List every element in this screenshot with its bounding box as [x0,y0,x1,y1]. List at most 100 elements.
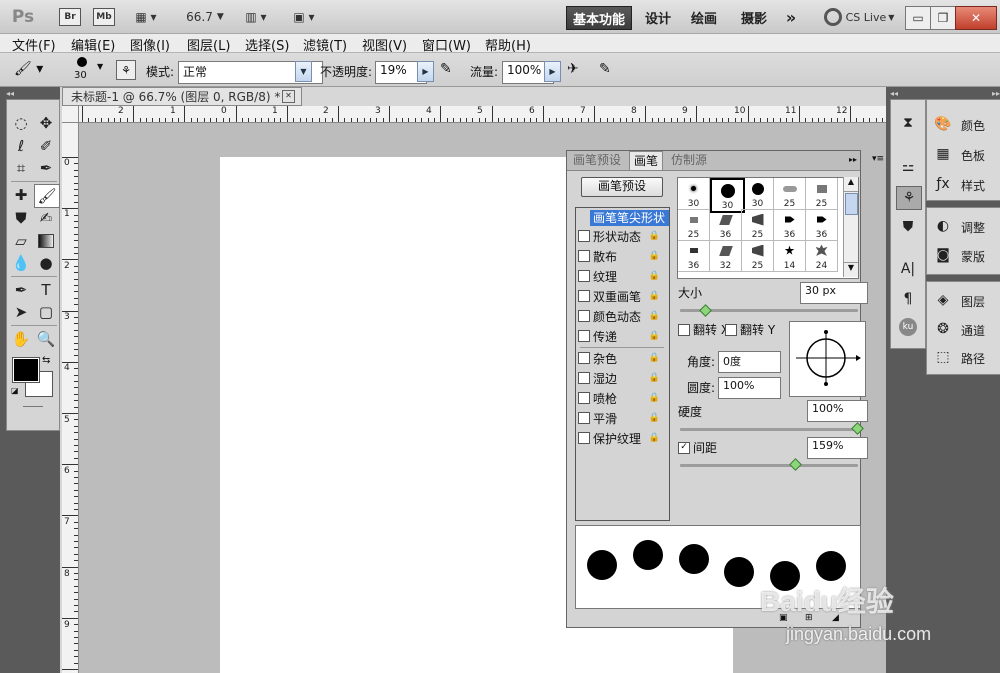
type-tool[interactable]: T [34,279,58,301]
lock-icon[interactable]: 🔒 [649,433,660,443]
more-workspaces-button[interactable]: » [780,6,802,28]
view-extras-button[interactable]: ▦ ▾ [128,6,164,28]
cs-live-button[interactable]: CS Live ▼ [822,6,896,28]
pen-tool[interactable]: ✒ [9,279,33,301]
brush-tip-cell[interactable]: 25 [806,178,838,210]
styles-panel-button[interactable]: ƒx [931,173,955,195]
menu-image[interactable]: 图像(I) [130,35,170,54]
adjustments-panel-label[interactable]: 调整 [961,219,985,236]
layers-panel-label[interactable]: 图层 [961,293,985,310]
brush-option-checkbox[interactable] [578,372,590,384]
brush-option-checkbox[interactable] [578,352,590,364]
lock-icon[interactable]: 🔒 [649,251,660,261]
eraser-tool[interactable]: ▱ [9,230,33,252]
bridge-button[interactable]: Br [58,6,82,28]
paths-panel-label[interactable]: 路径 [961,350,985,367]
menu-filter[interactable]: 滤镜(T) [303,35,347,54]
lock-icon[interactable]: 🔒 [649,373,660,383]
tablet-size-button[interactable]: ✎ [599,61,619,81]
brush-tip-cell[interactable]: 36 [710,209,742,241]
history-brush-tool[interactable]: ✍ [34,207,58,229]
brush-option-item[interactable]: 保护纹理 🔒 [578,429,664,447]
brush-option-checkbox[interactable] [578,290,590,302]
menu-help[interactable]: 帮助(H) [485,35,531,54]
brush-option-checkbox[interactable] [578,230,590,242]
arrange-documents-button[interactable]: ▥ ▾ [238,6,274,28]
spacing-slider[interactable] [680,464,858,467]
flip-x-checkbox[interactable] [678,323,690,336]
menu-view[interactable]: 视图(V) [362,35,407,54]
brush-angle-preview[interactable] [789,321,866,397]
ruler-origin[interactable] [62,106,79,123]
collapse-dock-icon[interactable]: ◂◂ [890,89,920,98]
brush-tip-cell[interactable]: 36 [806,209,838,241]
panel-menu-icon[interactable]: ▾≡ [872,154,884,164]
opacity-slider-button[interactable]: ▶ [417,61,434,82]
brush-option-checkbox[interactable] [578,270,590,282]
dodge-tool[interactable]: ● [34,252,58,274]
layers-panel-button[interactable]: ◈ [931,289,955,311]
brush-tip-cell[interactable]: 25 [774,178,806,210]
spacing-slider-knob[interactable] [789,458,802,471]
color-panel-label[interactable]: 颜色 [961,117,985,134]
angle-input[interactable]: 0度 [718,351,781,373]
hardness-input[interactable]: 100% [807,400,868,422]
menu-select[interactable]: 选择(S) [245,35,289,54]
scrollbar-thumb[interactable] [845,193,858,215]
brush-option-item[interactable]: 传递 🔒 [578,327,664,345]
brush-tool[interactable]: 🖌 [34,184,60,208]
screen-mode-button[interactable]: ▣ ▾ [286,6,322,28]
lock-icon[interactable]: 🔒 [649,311,660,321]
brush-option-checkbox[interactable] [578,250,590,262]
expand-dock-icon[interactable]: ▸▸ [970,89,1000,98]
brush-presets-button[interactable]: 画笔预设 [581,177,663,197]
brush-tip-cell[interactable]: 24 [806,240,838,272]
clone-source-panel-icon[interactable]: ⛊ [896,216,920,238]
brush-tip-cell[interactable]: 30 [742,178,774,210]
styles-panel-label[interactable]: 样式 [961,177,985,194]
lasso-tool[interactable]: ℓ [9,135,33,157]
workspace-painting[interactable]: 绘画 [686,6,722,28]
menu-file[interactable]: 文件(F) [12,35,56,54]
shape-tool[interactable]: ▢ [34,301,58,323]
default-colors-icon[interactable]: ◪ [11,386,19,395]
workspace-photography[interactable]: 摄影 [734,6,774,28]
flip-y-checkbox[interactable] [725,323,737,336]
spacing-option[interactable]: ✓ 间距 [678,439,717,456]
brush-option-item[interactable]: 形状动态 🔒 [578,227,664,245]
spacing-checkbox[interactable]: ✓ [678,441,690,454]
brush-tip-cell[interactable]: 25 [678,209,710,241]
brush-option-item[interactable]: 散布 🔒 [578,247,664,265]
clone-stamp-tool[interactable]: ⛊ [9,207,33,229]
quick-mask-button[interactable] [23,406,43,407]
minimize-button[interactable]: ▭ [905,6,931,30]
menu-window[interactable]: 窗口(W) [422,35,471,54]
brush-option-item[interactable]: 喷枪 🔒 [578,389,664,407]
eyedropper-tool[interactable]: ✒ [34,157,58,179]
flow-slider-button[interactable]: ▶ [544,61,561,82]
brush-option-checkbox[interactable] [578,310,590,322]
lock-icon[interactable]: 🔒 [649,353,660,363]
menu-layer[interactable]: 图层(L) [187,35,230,54]
lock-icon[interactable]: 🔒 [649,393,660,403]
masks-panel-button[interactable]: ◙ [931,244,955,266]
brush-option-item[interactable]: 颜色动态 🔒 [578,307,664,325]
brush-preset-picker[interactable]: 30 ▼ [70,57,110,85]
scroll-up-icon[interactable]: ▲ [844,177,858,192]
brush-tip-cell[interactable]: 25 [742,240,774,272]
paragraph-panel-icon[interactable]: ¶ [896,288,920,310]
brush-tip-shape-item[interactable]: 画笔笔尖形状 [590,210,669,226]
scroll-down-icon[interactable]: ▼ [844,262,858,277]
brush-tip-cell[interactable]: 30 [678,178,710,210]
channels-panel-label[interactable]: 通道 [961,322,985,339]
size-input[interactable]: 30 px [800,282,868,304]
channels-panel-button[interactable]: ❂ [931,318,955,340]
gradient-tool[interactable] [34,230,58,252]
masks-panel-label[interactable]: 蒙版 [961,248,985,265]
lock-icon[interactable]: 🔒 [649,413,660,423]
brush-tip-cell[interactable]: 36 [678,240,710,272]
tab-clone-source[interactable]: 仿制源 [667,151,711,169]
move-tool[interactable]: ✥ [34,112,58,134]
crop-tool[interactable]: ⌗ [9,157,33,179]
collapse-tools-icon[interactable]: ◂◂ [6,89,60,98]
